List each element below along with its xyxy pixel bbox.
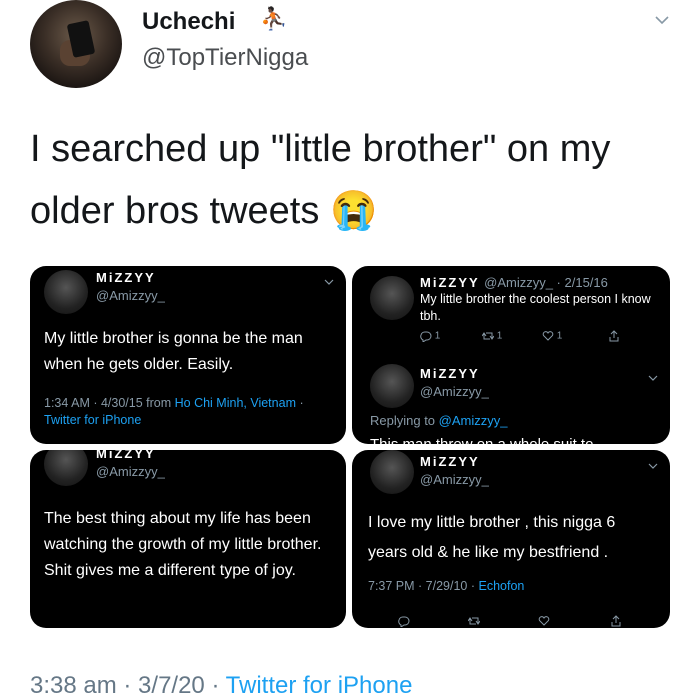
tweet-text: I searched up "little brother" on my old… (30, 118, 670, 242)
embedded-avatar (370, 276, 414, 320)
embedded-location-link[interactable]: Ho Chi Minh, Vietnam (175, 396, 296, 410)
reply-icon (420, 331, 432, 343)
loudly-crying-emoji: 😭 (329, 190, 378, 232)
tweet-text-content: I searched up "little brother" on my old… (30, 128, 611, 232)
embedded-time-date: 7:37 PM · 7/29/10 · (368, 579, 479, 593)
embedded-handle: @Amizzyy_ (96, 464, 165, 479)
retweet-action[interactable]: 1 (481, 330, 503, 342)
heart-icon (538, 616, 550, 626)
embedded-avatar (44, 270, 88, 314)
like-count: 1 (556, 330, 563, 342)
chevron-down-icon (648, 370, 658, 381)
embedded-client-link[interactable]: Twitter for iPhone (44, 413, 141, 427)
replying-label: Replying to (370, 413, 439, 428)
author-display-name[interactable]: Uchechi (142, 8, 235, 36)
heart-icon (542, 331, 554, 341)
author-avatar[interactable] (30, 0, 122, 88)
like-action[interactable]: 1 (542, 330, 562, 342)
meta-separator: · (295, 396, 304, 410)
embedded-meta: 7:37 PM · 7/29/10 · Echofon (368, 578, 524, 595)
retweet-icon (481, 332, 495, 340)
truncated-text: This man threw on a whole suit to (370, 432, 593, 444)
embedded-handle-2: @Amizzyy_ (420, 384, 489, 399)
embedded-name-2: MiZZYY (420, 366, 480, 381)
reply-icon (398, 616, 410, 628)
embedded-body: I love my little brother , this nigga 6 … (368, 514, 616, 561)
embedded-avatar (44, 450, 88, 486)
embedded-handle: @Amizzyy_ (96, 288, 165, 303)
tweet-footer: 3:38 am · 3/7/20 · Twitter for iPhone (30, 672, 412, 700)
share-action[interactable] (608, 330, 620, 342)
tweet-timestamp[interactable]: 3:38 am · 3/7/20 · (30, 672, 226, 699)
embedded-handle-date: @Amizzyy_ · 2/15/16 (484, 275, 608, 290)
reply-count: 1 (434, 330, 441, 342)
embedded-name: MiZZYY (96, 270, 156, 285)
chevron-down-icon[interactable] (654, 12, 670, 28)
reply-action[interactable] (398, 615, 410, 628)
embedded-handle: @Amizzyy_ (420, 472, 489, 487)
embedded-avatar (370, 450, 414, 494)
tweet-client-link[interactable]: Twitter for iPhone (226, 672, 413, 699)
embedded-body: My little brother is gonna be the man wh… (44, 330, 303, 373)
embedded-client-link[interactable]: Echofon (478, 579, 524, 593)
embedded-avatar-2 (370, 364, 414, 408)
retweet-count: 1 (496, 330, 503, 342)
like-action[interactable] (538, 615, 550, 627)
embedded-name: MiZZYY (420, 454, 480, 469)
retweet-action[interactable] (467, 615, 481, 627)
screenshot-tile-top-left[interactable]: MiZZYY @Amizzyy_ My little brother is go… (30, 266, 346, 444)
embedded-name: MiZZYY (420, 275, 480, 290)
replying-to: Replying to @Amizzyy_ (370, 412, 507, 429)
share-icon (609, 330, 619, 342)
screenshot-tile-bottom-right[interactable]: MiZZYY @Amizzyy_ I love my little brothe… (352, 450, 670, 628)
embedded-header: MiZZYY @Amizzyy_ · 2/15/16 (420, 274, 608, 292)
embedded-time-date: 1:34 AM · 4/30/15 from (44, 396, 175, 410)
replying-handle-link[interactable]: @Amizzyy_ (439, 413, 508, 428)
screenshot-tile-bottom-left[interactable]: MiZZYY @Amizzyy_ The best thing about my… (30, 450, 346, 628)
chevron-down-icon (324, 274, 334, 285)
chevron-down-icon (648, 458, 658, 469)
basketball-player-emoji: ⛹🏿 (260, 6, 288, 31)
share-icon (611, 615, 621, 627)
reply-action[interactable]: 1 (420, 330, 441, 343)
screenshot-tile-top-right[interactable]: MiZZYY @Amizzyy_ · 2/15/16 My little bro… (352, 266, 670, 444)
retweet-icon (467, 617, 481, 625)
embedded-name: MiZZYY (96, 450, 156, 461)
embedded-body: My little brother the coolest person I k… (420, 292, 651, 323)
embedded-meta: 1:34 AM · 4/30/15 from Ho Chi Minh, Viet… (44, 395, 344, 429)
embedded-body: The best thing about my life has been wa… (44, 510, 322, 579)
author-handle[interactable]: @TopTierNigga (142, 44, 308, 72)
share-action[interactable] (610, 615, 622, 627)
